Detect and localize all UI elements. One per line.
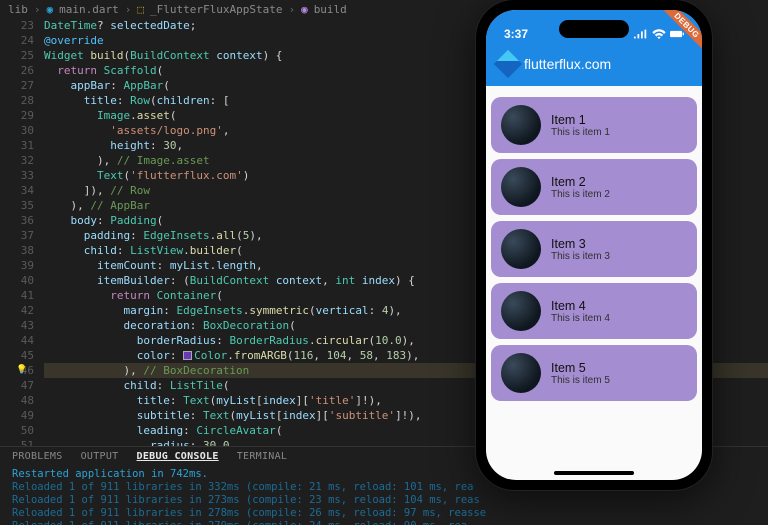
list-item-title: Item 2: [551, 175, 610, 189]
line-number: 24: [0, 33, 34, 48]
line-number: 26: [0, 63, 34, 78]
line-number: 29: [0, 108, 34, 123]
list-item[interactable]: Item 3This is item 3: [491, 221, 697, 277]
list-item-title: Item 4: [551, 299, 610, 313]
avatar: [501, 229, 541, 269]
status-time: 3:37: [504, 27, 528, 41]
app-title-text: flutterflux.com: [524, 56, 611, 72]
console-line: Reloaded 1 of 911 libraries in 278ms (co…: [12, 507, 756, 520]
list-item[interactable]: Item 4This is item 4: [491, 283, 697, 339]
line-number: 28: [0, 93, 34, 108]
line-number: 38: [0, 243, 34, 258]
line-number-gutter: 2324252627282930313233343536373839404142…: [0, 18, 44, 446]
line-number: 43: [0, 318, 34, 333]
tab-output[interactable]: OUTPUT: [81, 451, 119, 462]
lightbulb-icon[interactable]: 💡: [16, 363, 27, 378]
list-item-title: Item 3: [551, 237, 610, 251]
dart-file-icon: ◉: [47, 3, 54, 16]
tab-debug-console[interactable]: DEBUG CONSOLE: [137, 451, 219, 462]
tab-problems[interactable]: PROBLEMS: [12, 451, 63, 462]
line-number: 45: [0, 348, 34, 363]
phone-listview[interactable]: Item 1This is item 1 Item 2This is item 2…: [486, 86, 702, 412]
list-item[interactable]: Item 2This is item 2: [491, 159, 697, 215]
list-item-subtitle: This is item 2: [551, 189, 610, 200]
avatar: [501, 105, 541, 145]
line-number: 51: [0, 438, 34, 446]
line-number: 32: [0, 153, 34, 168]
line-number: 42: [0, 303, 34, 318]
avatar: [501, 167, 541, 207]
console-line: Reloaded 1 of 911 libraries in 273ms (co…: [12, 494, 756, 507]
breadcrumb-file[interactable]: main.dart: [59, 3, 119, 16]
ios-simulator: DEBUG 3:37 flutterflux.com Item 1This is…: [476, 0, 712, 490]
line-number: 34: [0, 183, 34, 198]
line-number: 40: [0, 273, 34, 288]
line-number: 48: [0, 393, 34, 408]
dynamic-island: [559, 20, 629, 38]
line-number: 35: [0, 198, 34, 213]
list-item[interactable]: Item 1This is item 1: [491, 97, 697, 153]
line-number: 33: [0, 168, 34, 183]
flutter-logo-icon: [494, 50, 522, 78]
home-indicator: [554, 471, 634, 475]
avatar: [501, 291, 541, 331]
line-number: 31: [0, 138, 34, 153]
breadcrumb-method[interactable]: build: [314, 3, 347, 16]
wifi-icon: [652, 29, 666, 39]
line-number: 25: [0, 48, 34, 63]
battery-icon: [670, 29, 684, 39]
chevron-right-icon: ›: [34, 3, 41, 16]
avatar: [501, 353, 541, 393]
app-bar-title: flutterflux.com: [486, 44, 702, 74]
breadcrumb-folder[interactable]: lib: [8, 3, 28, 16]
list-item-subtitle: This is item 1: [551, 127, 610, 138]
line-number: 47: [0, 378, 34, 393]
list-item-subtitle: This is item 5: [551, 375, 610, 386]
line-number: 27: [0, 78, 34, 93]
list-item-title: Item 5: [551, 361, 610, 375]
breadcrumb-class[interactable]: _FlutterFluxAppState: [150, 3, 282, 16]
line-number: 36: [0, 213, 34, 228]
line-number: 49: [0, 408, 34, 423]
list-item-subtitle: This is item 3: [551, 251, 610, 262]
line-number: 44: [0, 333, 34, 348]
tab-terminal[interactable]: TERMINAL: [237, 451, 288, 462]
line-number: 50: [0, 423, 34, 438]
chevron-right-icon: ›: [288, 3, 295, 16]
chevron-right-icon: ›: [125, 3, 132, 16]
line-number: 30: [0, 123, 34, 138]
line-number: 23: [0, 18, 34, 33]
list-item-title: Item 1: [551, 113, 610, 127]
class-icon: ⬚: [137, 3, 144, 16]
list-item-subtitle: This is item 4: [551, 313, 610, 324]
list-item[interactable]: Item 5This is item 5: [491, 345, 697, 401]
line-number: 37: [0, 228, 34, 243]
line-number: 39: [0, 258, 34, 273]
simulator-screen[interactable]: DEBUG 3:37 flutterflux.com Item 1This is…: [486, 10, 702, 480]
method-icon: ◉: [301, 3, 308, 16]
line-number: 41: [0, 288, 34, 303]
signal-icon: [634, 29, 648, 39]
console-line: Reloaded 1 of 911 libraries in 279ms (co…: [12, 520, 756, 525]
